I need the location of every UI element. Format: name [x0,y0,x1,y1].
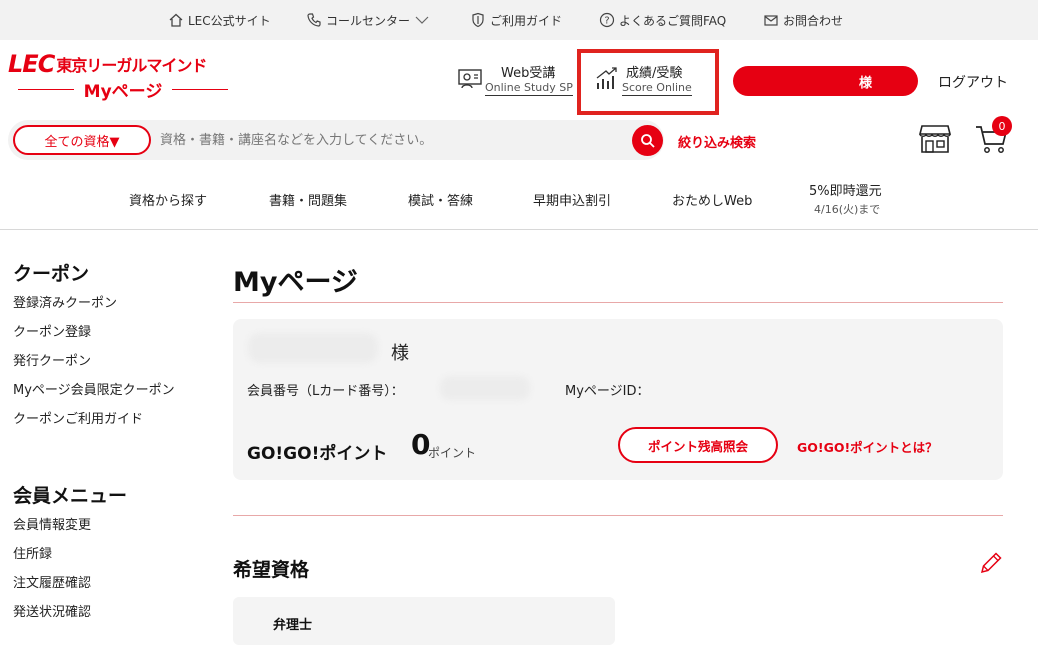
topbar-label: よくあるご質問FAQ [619,13,727,28]
member-number-label: 会員番号（Lカード番号）： [247,384,404,399]
sidebar-item-member-info[interactable]: 会員情報変更 [13,514,91,533]
redacted-member-number [440,376,530,400]
points-unit: ポイント [428,446,477,460]
logo-divider [172,88,229,90]
topbar-label: コールセンター [326,13,411,28]
page-title: Myページ [233,267,358,298]
web-study-title: Web受講 [501,66,556,81]
search-button[interactable] [632,125,663,156]
site-logo[interactable]: LEC 東京リーガルマインド [8,50,238,78]
sidebar-item-issued-coupons[interactable]: 発行クーポン [13,350,91,369]
topbar-link-lec-site[interactable]: LEC公式サイト [168,11,271,29]
topbar-label: LEC公式サイト [188,13,271,28]
sidebar-item-registered-coupons[interactable]: 登録済みクーポン [13,292,117,311]
user-name-pill[interactable]: 様 [733,66,918,96]
title-divider [233,302,1003,303]
sidebar-item-order-history[interactable]: 注文履歴確認 [13,572,91,591]
menu-item-trial-web[interactable]: おためしWeb [672,190,752,209]
refine-search-link[interactable]: 絞り込み検索 [678,132,756,151]
topbar-link-guide[interactable]: ご利用ガイド [470,11,562,29]
sidebar-item-address-book[interactable]: 住所録 [13,543,52,562]
topbar-link-contact[interactable]: お問合わせ [763,11,843,29]
logo-mypage-label: Myページ [83,81,163,102]
topbar-label: ご利用ガイド [490,13,563,28]
web-study-subtitle: Online Study SP [485,81,573,96]
menu-item-mock-exams[interactable]: 模試・答練 [408,190,473,209]
web-study-link[interactable]: Web受講 Online Study SP [456,62,576,102]
search-icon [640,133,655,148]
online-study-icon [458,69,482,89]
home-icon [169,13,183,27]
utility-bar: LEC公式サイト コールセンター ご利用ガイド ? よくあるご質問FAQ お問合… [0,0,1038,40]
mypage-id-label: MyページID： [565,384,650,399]
svg-text:?: ? [604,16,609,27]
member-name-suffix: 様 [391,343,409,364]
chevron-down-icon [415,16,429,24]
user-suffix: 様 [858,75,872,91]
highlight-box [577,49,719,115]
mail-icon [764,15,778,26]
sidebar-heading-coupon: クーポン [13,263,90,285]
sidebar-item-coupon-register[interactable]: クーポン登録 [13,321,91,340]
shop-icon[interactable] [918,122,952,158]
menu-item-cashback[interactable]: 5%即時還元 [809,180,882,199]
question-icon: ? [599,12,615,28]
topbar-link-faq[interactable]: ? よくあるご質問FAQ [599,11,726,29]
phone-icon [307,13,321,27]
logo-mypage-subtitle: Myページ [8,77,238,102]
search-input[interactable] [160,128,620,152]
points-about-link[interactable]: GO!GO!ポイントとは？ [797,437,938,456]
sidebar-item-member-coupons[interactable]: Myページ会員限定クーポン [13,379,175,398]
topbar-link-call-center[interactable]: コールセンター [306,11,434,29]
wish-qualification-item: 弁理士 [273,618,313,633]
wish-qualification-heading: 希望資格 [233,559,310,581]
menu-divider [0,229,1038,230]
logout-link[interactable]: ログアウト [938,72,1008,92]
section-divider [233,515,1003,516]
category-select[interactable]: 全ての資格▼ [13,125,151,155]
sidebar-item-shipping-status[interactable]: 発送状況確認 [13,601,91,620]
menu-cashback-deadline: 4/16(火)まで [814,203,881,216]
pencil-icon[interactable] [978,550,1004,580]
shield-icon [472,12,484,28]
logo-company-name: 東京リーガルマインド [56,56,207,75]
points-label: GO!GO!ポイント [247,444,388,464]
sidebar-heading-member: 会員メニュー [13,485,128,507]
topbar-label: お問合わせ [783,13,844,28]
logo-divider [18,88,74,90]
sidebar-item-coupon-guide[interactable]: クーポンご利用ガイド [13,408,143,427]
cart-count-badge: 0 [992,116,1012,136]
points-balance-button[interactable]: ポイント残高照会 [618,427,778,463]
menu-item-books[interactable]: 書籍・問題集 [269,190,347,209]
menu-item-early-discount[interactable]: 早期申込割引 [533,190,611,209]
menu-item-find-qualification[interactable]: 資格から探す [129,190,207,209]
logo-brand: LEC [8,50,55,78]
redacted-name [248,333,378,363]
